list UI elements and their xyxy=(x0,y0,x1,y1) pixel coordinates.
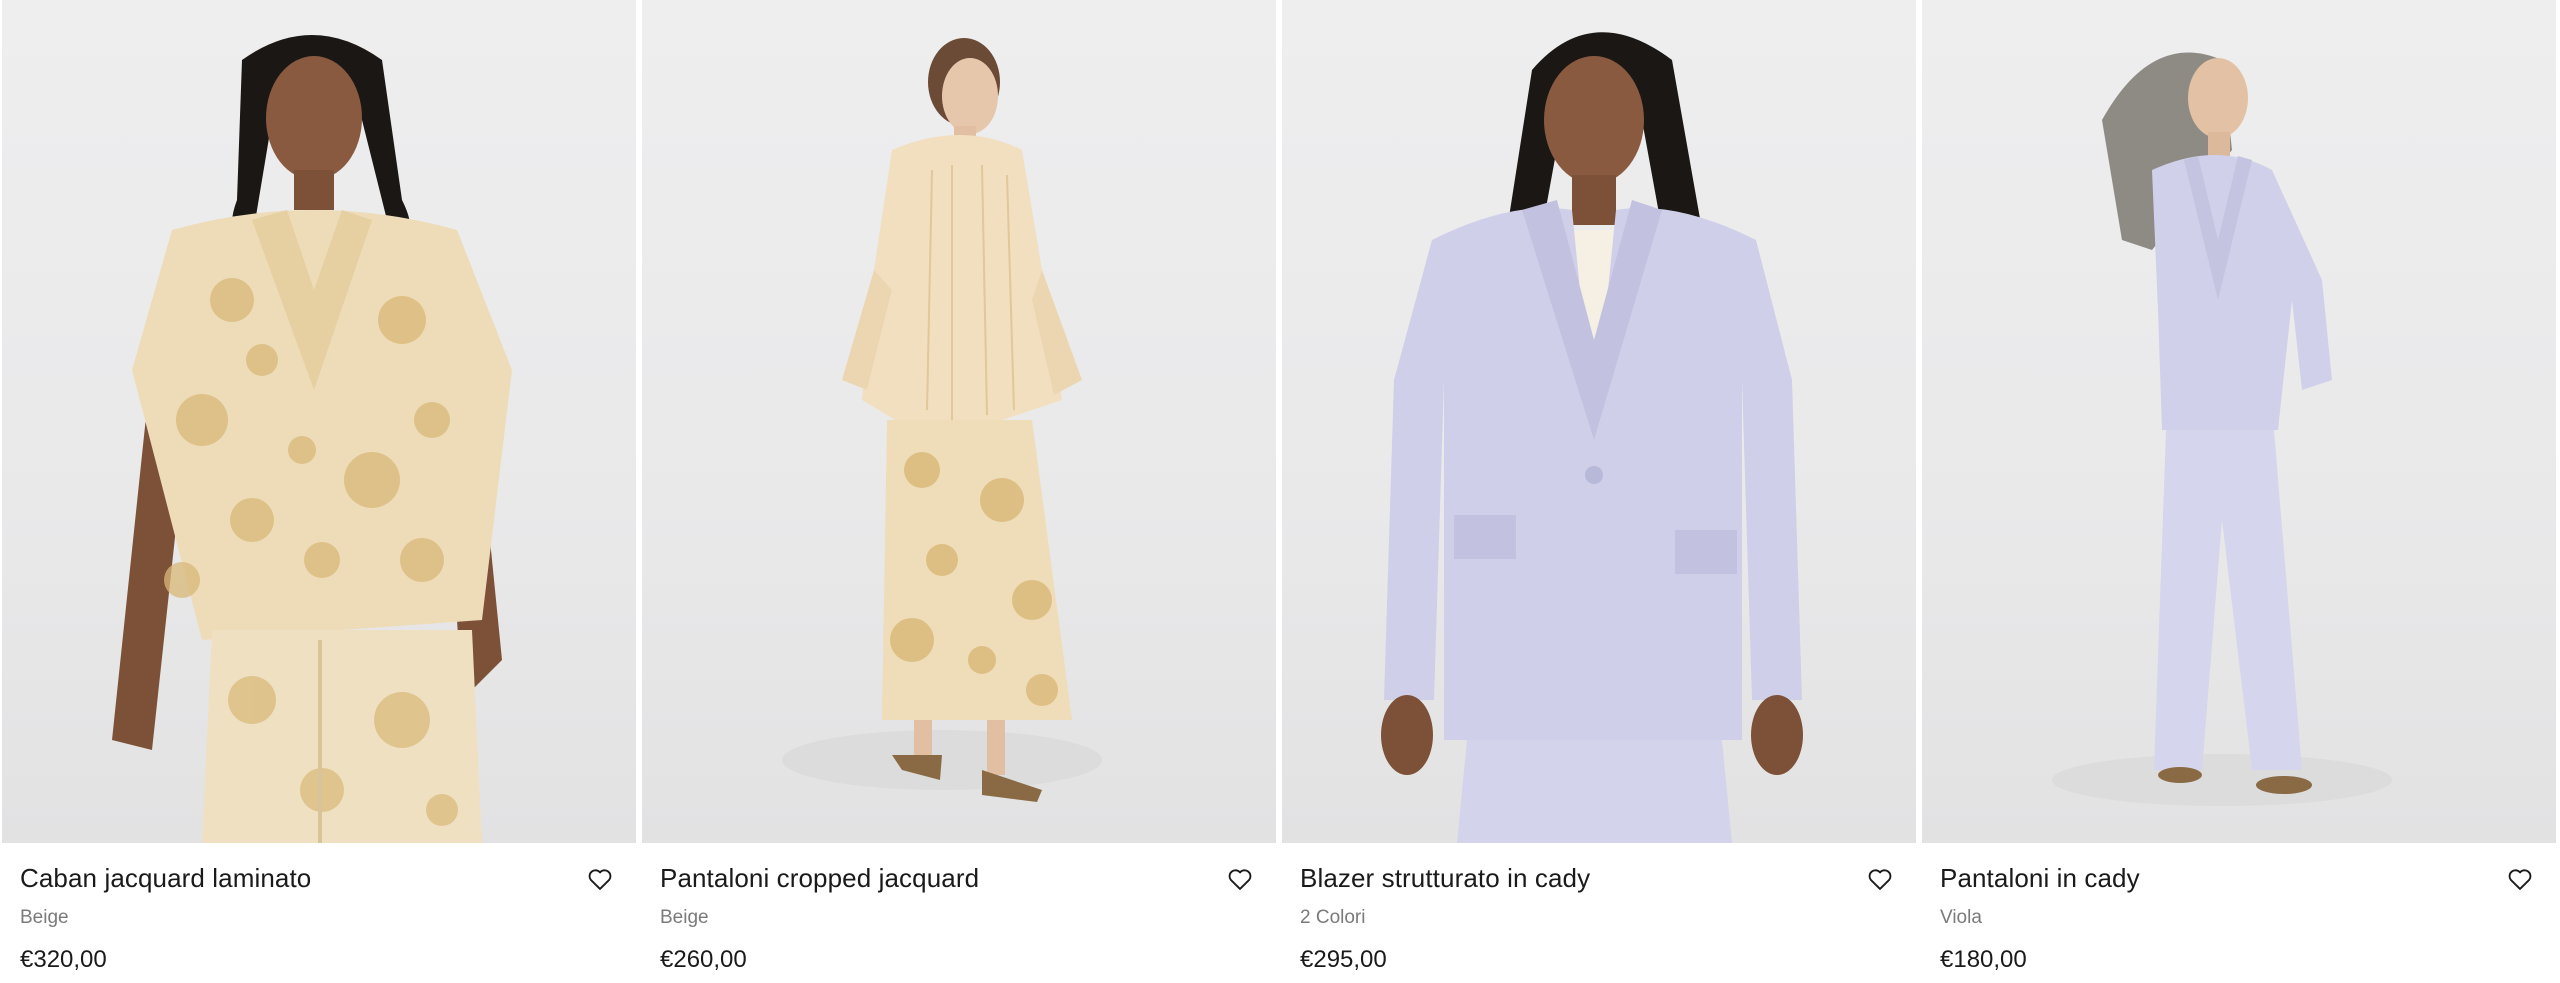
product-image[interactable] xyxy=(1922,0,2556,843)
product-name[interactable]: Pantaloni in cady xyxy=(1940,861,2536,895)
product-color: Beige xyxy=(20,907,69,928)
product-grid: Caban jacquard laminato Beige €320,00 Pa… xyxy=(0,0,2560,983)
product-card[interactable]: Blazer strutturato in cady 2 Colori €295… xyxy=(1282,0,1916,983)
heart-outline-icon[interactable] xyxy=(1226,865,1254,893)
heart-outline-icon[interactable] xyxy=(586,865,614,893)
heart-outline-icon[interactable] xyxy=(1866,865,1894,893)
product-price: €295,00 xyxy=(1300,946,1387,973)
product-card[interactable]: Pantaloni in cady Viola €180,00 xyxy=(1922,0,2556,983)
product-color: Viola xyxy=(1940,907,1982,928)
product-info: Blazer strutturato in cady 2 Colori €295… xyxy=(1282,843,1916,975)
product-price: €180,00 xyxy=(1940,946,2027,973)
product-name[interactable]: Caban jacquard laminato xyxy=(20,861,616,895)
product-image[interactable] xyxy=(2,0,636,843)
product-info: Pantaloni cropped jacquard Beige €260,00 xyxy=(642,843,1276,975)
product-image[interactable] xyxy=(642,0,1276,843)
product-info: Caban jacquard laminato Beige €320,00 xyxy=(2,843,636,975)
product-name[interactable]: Pantaloni cropped jacquard xyxy=(660,861,1256,895)
product-image[interactable] xyxy=(1282,0,1916,843)
product-color: 2 Colori xyxy=(1300,907,1366,928)
product-price: €320,00 xyxy=(20,946,107,973)
product-price: €260,00 xyxy=(660,946,747,973)
product-card[interactable]: Caban jacquard laminato Beige €320,00 xyxy=(2,0,636,983)
product-card[interactable]: Pantaloni cropped jacquard Beige €260,00 xyxy=(642,0,1276,983)
product-color: Beige xyxy=(660,907,709,928)
product-name[interactable]: Blazer strutturato in cady xyxy=(1300,861,1896,895)
product-info: Pantaloni in cady Viola €180,00 xyxy=(1922,843,2556,975)
heart-outline-icon[interactable] xyxy=(2506,865,2534,893)
